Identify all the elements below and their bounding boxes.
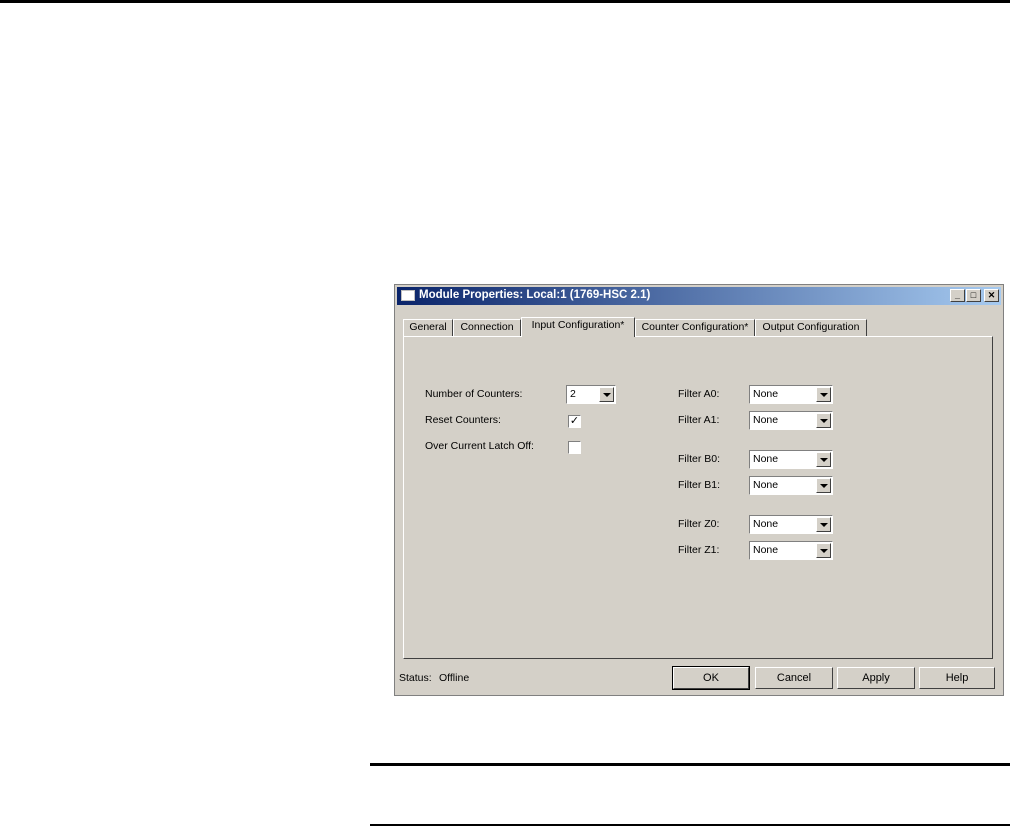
input-configuration-panel: Number of Counters: 2 Reset Counters: ✓ …: [403, 336, 993, 659]
filter-z0-select[interactable]: None: [749, 515, 833, 534]
status-value: Offline: [439, 672, 470, 684]
middle-rule: [370, 763, 1010, 766]
filter-a1-value: None: [753, 414, 779, 426]
tab-general[interactable]: General: [403, 319, 453, 336]
number-of-counters-value: 2: [570, 388, 576, 400]
tab-counter-configuration[interactable]: Counter Configuration*: [635, 319, 755, 336]
cancel-button[interactable]: Cancel: [755, 667, 833, 689]
reset-counters-checkbox[interactable]: ✓: [568, 415, 581, 428]
status-label: Status:: [399, 672, 432, 684]
filter-a0-select[interactable]: None: [749, 385, 833, 404]
minimize-button[interactable]: _: [950, 289, 965, 302]
filter-z1-select[interactable]: None: [749, 541, 833, 560]
number-of-counters-select[interactable]: 2: [566, 385, 616, 404]
chevron-down-icon[interactable]: [816, 478, 831, 493]
filter-z1-value: None: [753, 544, 779, 556]
chevron-down-icon[interactable]: [816, 413, 831, 428]
chevron-down-icon[interactable]: [816, 517, 831, 532]
tab-input-configuration[interactable]: Input Configuration*: [521, 317, 635, 337]
filter-b1-select[interactable]: None: [749, 476, 833, 495]
filter-b0-label: Filter B0:: [678, 453, 721, 465]
close-button[interactable]: ✕: [984, 289, 999, 302]
filter-b1-label: Filter B1:: [678, 479, 721, 491]
window-icon: [401, 290, 415, 301]
maximize-button[interactable]: □: [966, 289, 981, 302]
filter-b0-value: None: [753, 453, 779, 465]
filter-a1-label: Filter A1:: [678, 414, 720, 426]
number-of-counters-label: Number of Counters:: [425, 388, 523, 400]
tab-output-configuration[interactable]: Output Configuration: [755, 319, 867, 336]
top-rule: [0, 0, 1010, 3]
filter-b0-select[interactable]: None: [749, 450, 833, 469]
filter-z0-value: None: [753, 518, 779, 530]
ok-button[interactable]: OK: [672, 666, 750, 690]
filter-a1-select[interactable]: None: [749, 411, 833, 430]
window-title: Module Properties: Local:1 (1769-HSC 2.1…: [419, 289, 651, 301]
title-bar[interactable]: Module Properties: Local:1 (1769-HSC 2.1…: [397, 287, 1001, 305]
reset-counters-label: Reset Counters:: [425, 414, 501, 426]
filter-z0-label: Filter Z0:: [678, 518, 720, 530]
tab-connection[interactable]: Connection: [453, 319, 521, 336]
apply-button[interactable]: Apply: [837, 667, 915, 689]
help-button[interactable]: Help: [919, 667, 995, 689]
filter-a0-value: None: [753, 388, 779, 400]
filter-a0-label: Filter A0:: [678, 388, 720, 400]
chevron-down-icon[interactable]: [816, 387, 831, 402]
chevron-down-icon[interactable]: [816, 543, 831, 558]
module-properties-dialog: Module Properties: Local:1 (1769-HSC 2.1…: [394, 284, 1004, 696]
bottom-rule: [370, 824, 1010, 826]
filter-z1-label: Filter Z1:: [678, 544, 720, 556]
filter-b1-value: None: [753, 479, 779, 491]
over-current-latch-off-checkbox[interactable]: [568, 441, 581, 454]
over-current-latch-off-label: Over Current Latch Off:: [425, 440, 534, 452]
chevron-down-icon[interactable]: [816, 452, 831, 467]
chevron-down-icon[interactable]: [599, 387, 614, 402]
